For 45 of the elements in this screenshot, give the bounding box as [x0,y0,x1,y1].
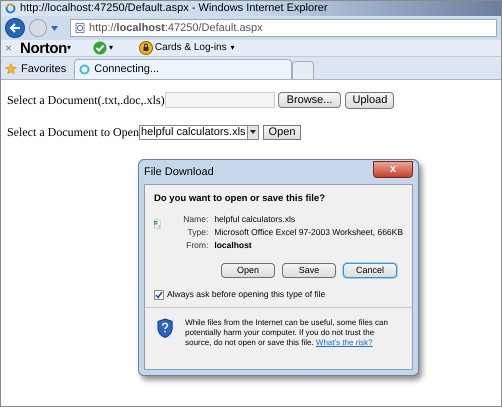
new-tab-button[interactable] [292,61,314,79]
loading-icon [79,64,90,75]
back-button[interactable] [5,18,25,38]
shield-question-icon [157,318,174,339]
window-title: http://localhost:47250/Default.aspx - Windows Internet Explorer [20,3,328,14]
dialog-question: Do you want to open or save this file? [154,193,326,204]
address-field[interactable]: http://localhost:47250/Default.aspx [70,19,497,37]
browse-button[interactable]: Browse... [278,92,342,108]
document-select[interactable]: helpful calculators.xls [138,124,259,140]
field-value: helpful calculators.xls [214,214,296,225]
back-arrow-icon [9,23,21,33]
field-label: Name: [183,214,208,225]
norton-logo: Norton [20,40,67,56]
caret-icon: ▾ [66,42,71,54]
browser-icon [5,3,16,14]
close-toolbar-button[interactable]: × [5,42,12,54]
dialog-title: File Download [144,164,214,180]
caret-icon: ▾ [230,42,235,54]
dropdown-caret-icon [250,130,256,134]
forward-button[interactable] [29,19,47,37]
field-label: From: [185,240,208,251]
star-icon [5,63,17,75]
file-path-field[interactable] [164,92,275,108]
dialog-button[interactable]: Open [221,263,275,278]
warning-text: While files from the Internet can be useful, some files can potentially harm your computer. If you do not trust the source, do not open or save this file. What's the risk? [185,318,389,349]
page-icon [75,23,85,33]
cards-logins-menu[interactable]: Cards & Log-ins [154,43,227,53]
dialog-button[interactable]: Cancel [343,263,397,278]
field-value: Microsoft Office Excel 97-2003 Worksheet, 666KB [214,227,403,238]
open-label: Select a Document to Open [7,124,139,141]
dropdown-caret-icon [51,26,58,30]
caret-icon: ▾ [108,42,113,54]
upload-label: Select a Document(.txt,.doc,.xls) [7,92,165,109]
browser-tab[interactable]: Connecting... [74,59,292,79]
field-label: Type: [186,227,208,238]
check-icon [92,41,107,55]
field-value: localhost [214,240,253,251]
dialog-button[interactable]: Save [282,263,336,278]
always-ask-checkbox[interactable] [154,290,164,300]
risk-link[interactable]: What's the risk? [316,338,373,347]
checkbox-label: Always ask before opening this type of file [167,289,326,300]
open-button[interactable]: Open [262,124,302,140]
favorites-button[interactable]: Favorites [5,59,74,79]
padlock-icon [138,41,153,55]
upload-button[interactable]: Upload [345,92,394,108]
